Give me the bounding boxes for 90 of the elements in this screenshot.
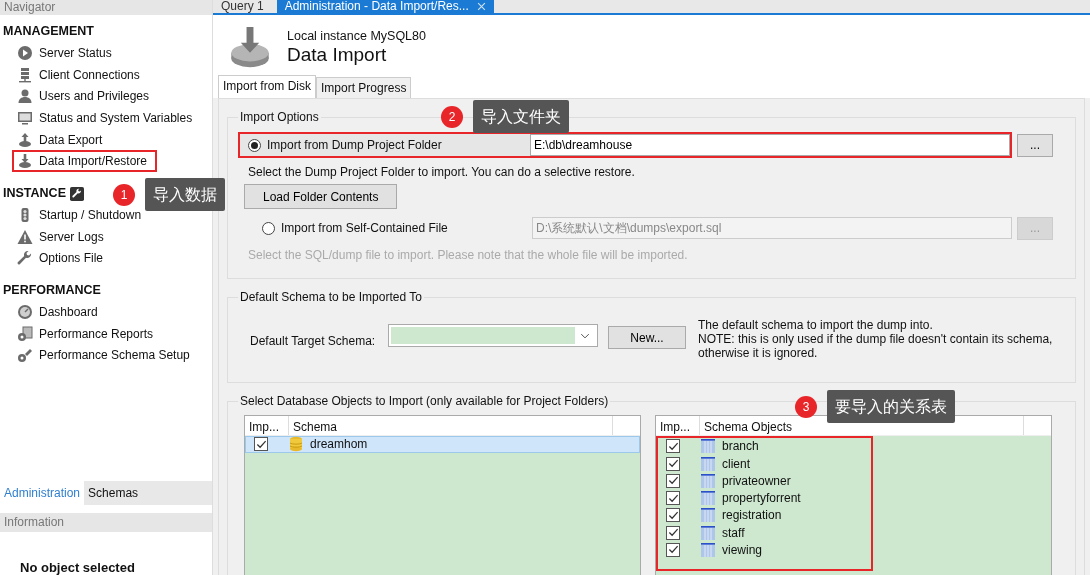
- database-icon: [288, 436, 304, 453]
- table-name: propertyforrent: [722, 490, 801, 508]
- check-icon: [667, 544, 679, 556]
- page-tab[interactable]: Import from Disk: [218, 75, 316, 98]
- group-title: Select Database Objects to Import (only available for Project Folders): [239, 395, 610, 409]
- table-icon: [700, 490, 716, 507]
- instance-name: Local instance MySQL80: [287, 27, 426, 45]
- checkbox[interactable]: [666, 543, 680, 557]
- reports-icon: [17, 325, 33, 342]
- path-field[interactable]: E:\db\dreamhouse: [530, 134, 1010, 157]
- hint-text: Select the SQL/dump file to import. Please note that the whole file will be imported.: [247, 248, 689, 263]
- table-icon: [700, 542, 716, 558]
- wrench-icon: [17, 250, 33, 267]
- callout-tooltip: 导入数据: [145, 178, 225, 211]
- field-label: Default Target Schema:: [250, 333, 377, 351]
- check-icon: [667, 475, 679, 487]
- note-text: NOTE: this is only used if the dump file doesn't contain its schema,: [698, 332, 1053, 347]
- wrench-icon: [69, 186, 84, 201]
- checkbox[interactable]: [666, 508, 680, 523]
- table-name: registration: [722, 507, 782, 525]
- user-icon: [17, 88, 33, 105]
- nav-item[interactable]: Performance Schema Setup: [12, 344, 200, 367]
- close-icon: [476, 2, 486, 11]
- nav-item[interactable]: Data Export: [12, 128, 113, 151]
- section-heading: MANAGEMENT: [3, 23, 94, 40]
- server-icon: [17, 66, 33, 83]
- nav-item[interactable]: Server Status: [12, 42, 122, 64]
- note-text: otherwise it is ignored.: [698, 346, 819, 361]
- table-icon: [700, 438, 716, 455]
- table-icon: [700, 507, 716, 524]
- info-message: No object selected: [19, 559, 136, 575]
- warning-icon: [17, 228, 33, 245]
- column-header: Schema: [289, 415, 613, 435]
- column-header: Imp...: [245, 415, 289, 435]
- table-icon: [700, 524, 716, 541]
- radio-option[interactable]: Import from Dump Project Folder: [240, 134, 530, 157]
- column-header: Imp...: [656, 415, 700, 435]
- tools-icon: [17, 347, 33, 364]
- callout-tooltip: 要导入的关系表: [827, 390, 955, 423]
- nav-item[interactable]: Users and Privileges: [12, 85, 160, 108]
- check-icon: [667, 458, 679, 469]
- download-icon: [17, 153, 33, 170]
- section-heading: PERFORMANCE: [3, 282, 101, 300]
- checkbox[interactable]: [666, 491, 680, 506]
- check-icon: [667, 492, 679, 504]
- panel-title: Information: [0, 513, 212, 532]
- play-icon: [17, 44, 33, 61]
- nav-item[interactable]: Status and System Variables: [12, 107, 203, 129]
- checkbox[interactable]: [254, 437, 268, 452]
- note-text: The default schema to import the dump into.: [698, 318, 934, 333]
- page-title: Data Import: [287, 45, 388, 67]
- nav-item[interactable]: Dashboard: [12, 301, 108, 323]
- callout-tooltip: 导入文件夹: [473, 100, 569, 133]
- panel-title: Navigator: [0, 0, 212, 15]
- table-name: branch: [722, 438, 759, 456]
- nav-item[interactable]: Options File: [12, 247, 114, 270]
- check-icon: [255, 438, 267, 450]
- browse-button[interactable]: ...: [1017, 133, 1053, 157]
- group-title: Default Schema to be Imported To: [239, 291, 423, 305]
- check-icon: [667, 440, 679, 452]
- table-icon: [700, 455, 716, 472]
- group-title: Import Options: [239, 111, 320, 125]
- hint-text: Select the Dump Project Folder to import. You can do a selective restore.: [247, 165, 636, 180]
- gauge-icon: [17, 304, 33, 321]
- radio-option[interactable]: Import from Self-Contained File: [240, 219, 530, 238]
- monitor-icon: [17, 109, 33, 126]
- table-name: client: [722, 455, 750, 473]
- checkbox[interactable]: [666, 473, 680, 488]
- editor-tab[interactable]: Administration - Data Import/Res...: [276, 0, 494, 13]
- nav-item[interactable]: Server Logs: [12, 225, 114, 248]
- sidebar-tab[interactable]: Administration: [0, 481, 85, 505]
- table-name: viewing: [722, 542, 763, 559]
- editor-tab[interactable]: Query 1: [213, 0, 272, 13]
- nav-item[interactable]: Performance Reports: [12, 322, 164, 345]
- check-icon: [667, 509, 679, 521]
- new-button[interactable]: New...: [608, 326, 686, 350]
- section-heading: INSTANCE: [3, 185, 66, 203]
- checkbox[interactable]: [666, 456, 680, 471]
- table-icon: [700, 472, 716, 489]
- upload-icon: [17, 131, 33, 148]
- nav-item[interactable]: Client Connections: [12, 63, 150, 86]
- table-name: privateowner: [722, 472, 791, 490]
- checkbox[interactable]: [666, 439, 680, 454]
- sidebar-tab[interactable]: Schemas: [84, 481, 143, 505]
- nav-item[interactable]: Data Import/Restore: [12, 150, 158, 173]
- page-tab[interactable]: Import Progress: [316, 77, 412, 98]
- load-button[interactable]: Load Folder Contents: [244, 184, 398, 210]
- table-name: staff: [722, 524, 745, 542]
- checkbox[interactable]: [666, 525, 680, 540]
- check-icon: [667, 527, 679, 539]
